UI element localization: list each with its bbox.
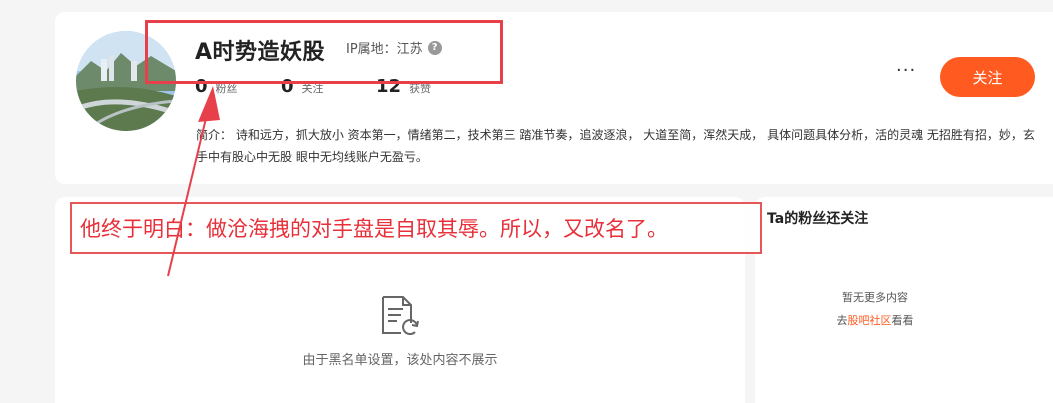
- more-options-button[interactable]: ···: [896, 60, 916, 81]
- follow-button[interactable]: 关注: [940, 57, 1035, 97]
- fans-also-follow-title: Ta的粉丝还关注: [767, 211, 869, 227]
- document-refresh-icon: [377, 293, 423, 339]
- bio-text: 简介： 诗和远方，抓大放小 资本第一，情绪第二，技术第三 踏准节奏，追波逐浪， …: [196, 128, 1035, 164]
- community-line: 去股吧社区看看: [755, 312, 995, 328]
- community-link[interactable]: 股吧社区: [848, 314, 892, 327]
- community-suffix: 看看: [891, 314, 914, 327]
- empty-message: 暂无更多内容: [842, 291, 908, 304]
- blacklist-message: 由于黑名单设置，该处内容不展示: [302, 353, 498, 368]
- annotation-highlight-box: [145, 20, 503, 84]
- annotation-text: 他终于明白：做沧海拽的对手盘是自取其辱。所以，又改名了。: [80, 217, 668, 241]
- community-prefix: 去: [836, 314, 848, 327]
